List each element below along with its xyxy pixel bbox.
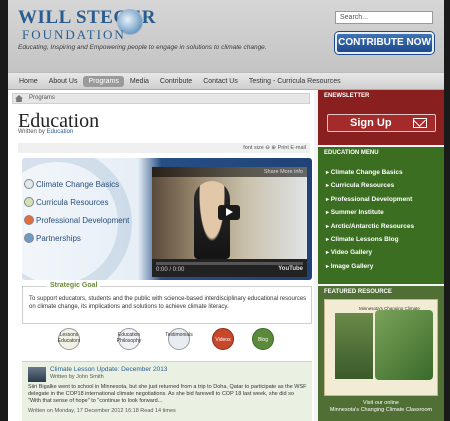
article-tools[interactable]: font size ⊖ ⊕ Print E-mail (18, 143, 310, 153)
video-player[interactable]: Share More info 0:00 / 0:00 YouTube (152, 167, 307, 277)
globe-icon (24, 179, 34, 189)
banner-link-label: Partnerships (36, 234, 81, 243)
blog-label[interactable]: Blog (248, 337, 278, 343)
banner-link-partnerships[interactable]: Partnerships (24, 233, 81, 243)
breadcrumb-programs[interactable]: Programs (29, 95, 55, 101)
education-menu-heading: EDUCATION MENU (324, 150, 379, 156)
search-input[interactable]: Search... (335, 11, 433, 24)
target-icon (24, 215, 34, 225)
nav-media[interactable]: Media (125, 76, 154, 87)
menu-image-gallery[interactable]: Image Gallery (326, 260, 414, 273)
banner-link-climate-basics[interactable]: Climate Change Basics (24, 179, 120, 189)
menu-climate-change-basics[interactable]: Climate Change Basics (326, 166, 414, 179)
featured-resource-heading: FEATURED RESOURCE (324, 289, 392, 295)
site-header: WILL STEGER FOUNDATION Educating, Inspir… (8, 0, 444, 72)
sign-up-button[interactable]: Sign Up (327, 114, 436, 132)
education-icons: Lessons Educators Education Philosophy T… (22, 328, 312, 358)
strategic-goal-box: Strategic Goal To support educators, stu… (22, 282, 312, 324)
page: WILL STEGER FOUNDATION Educating, Inspir… (8, 0, 444, 421)
contribute-now-button[interactable]: CONTRIBUTE NOW (335, 32, 434, 54)
minnesota-map-image (375, 310, 433, 380)
video-top-bar[interactable]: Share More info (152, 167, 307, 177)
nav-contribute[interactable]: Contribute (155, 76, 197, 87)
menu-curricula-resources[interactable]: Curricula Resources (326, 179, 414, 192)
news-author: Written by John Smith (50, 374, 104, 380)
breadcrumb: Programs (12, 93, 310, 104)
menu-professional-development[interactable]: Professional Development (326, 193, 414, 206)
enewsletter-panel: ENEWSLETTER Sign Up (318, 90, 444, 145)
written-by: Written by Education (18, 129, 73, 135)
envelope-icon (413, 118, 427, 128)
banner-link-label: Curricula Resources (36, 198, 109, 207)
nav-home[interactable]: Home (14, 76, 43, 87)
nav-contact-us[interactable]: Contact Us (198, 76, 243, 87)
video-time: 0:00 / 0:00 (156, 267, 185, 273)
sidebar: ENEWSLETTER Sign Up EDUCATION MENU Clima… (318, 90, 444, 421)
strategic-goal-title: Strategic Goal (47, 282, 101, 289)
news-thumbnail[interactable] (28, 367, 46, 382)
videos-label[interactable]: Videos (208, 337, 238, 343)
check-icon (24, 197, 34, 207)
people-icon (24, 233, 34, 243)
strategic-goal-text: To support educators, students and the p… (29, 296, 307, 310)
news-title-link[interactable]: Climate Lesson Update: December 2013 (50, 366, 167, 373)
main-content: Programs Education Written by Education … (8, 90, 314, 421)
featured-resource-image[interactable]: Minnesota's Changing Climate (324, 299, 438, 396)
book-cover-image (335, 313, 373, 379)
nav-testing-curricula[interactable]: Testing - Curricula Resources (244, 76, 346, 87)
news-excerpt: Siiri Bigalke went to school in Minnesot… (28, 384, 307, 404)
speaker-figure (194, 181, 230, 259)
menu-arctic-antarctic[interactable]: Arctic/Antarctic Resources (326, 220, 414, 233)
tagline: Educating, Inspiring and Empowering peop… (18, 44, 267, 51)
author-link[interactable]: Education (47, 129, 74, 135)
testimonials-label[interactable]: Testimonials (164, 332, 194, 338)
menu-summer-institute[interactable]: Summer Institute (326, 206, 414, 219)
banner-link-professional-dev[interactable]: Professional Development (24, 215, 130, 225)
sign-up-label: Sign Up (350, 117, 392, 129)
banner-link-curricula[interactable]: Curricula Resources (24, 197, 109, 207)
education-menu-list: Climate Change Basics Curricula Resource… (326, 166, 414, 273)
logo-subtitle: FOUNDATION (22, 27, 126, 42)
menu-video-gallery[interactable]: Video Gallery (326, 246, 414, 259)
written-by-prefix: Written by (18, 129, 45, 135)
featured-resource-panel: FEATURED RESOURCE Minnesota's Changing C… (318, 286, 444, 421)
play-button[interactable] (218, 205, 240, 220)
nav-about-us[interactable]: About Us (44, 76, 83, 87)
visit-classroom-link[interactable]: Visit our online Minnesota's Changing Cl… (318, 400, 444, 414)
banner-link-label: Climate Change Basics (36, 180, 120, 189)
banner-link-label: Professional Development (36, 216, 130, 225)
enewsletter-heading: ENEWSLETTER (324, 93, 370, 99)
video-controls: 0:00 / 0:00 YouTube (152, 259, 307, 277)
news-meta: Written on Monday, 17 December 2012 16:1… (28, 408, 176, 414)
news-item: Climate Lesson Update: December 2013 Wri… (22, 361, 312, 421)
education-banner: Climate Change Basics Curricula Resource… (22, 158, 312, 280)
youtube-logo[interactable]: YouTube (278, 266, 303, 272)
video-progress-bar[interactable] (156, 262, 303, 265)
nav-programs[interactable]: Programs (83, 75, 124, 87)
visit-line-1: Visit our online (363, 400, 399, 406)
education-menu-panel: EDUCATION MENU Climate Change Basics Cur… (318, 147, 444, 284)
main-nav: Home About Us Programs Media Contribute … (8, 72, 444, 90)
menu-climate-lessons-blog[interactable]: Climate Lessons Blog (326, 233, 414, 246)
home-icon[interactable] (15, 95, 23, 102)
lessons-educators-label[interactable]: Lessons Educators (54, 332, 84, 344)
education-philosophy-label[interactable]: Education Philosophy (114, 332, 144, 344)
visit-line-2: Minnesota's Changing Climate Classroom (329, 407, 433, 413)
